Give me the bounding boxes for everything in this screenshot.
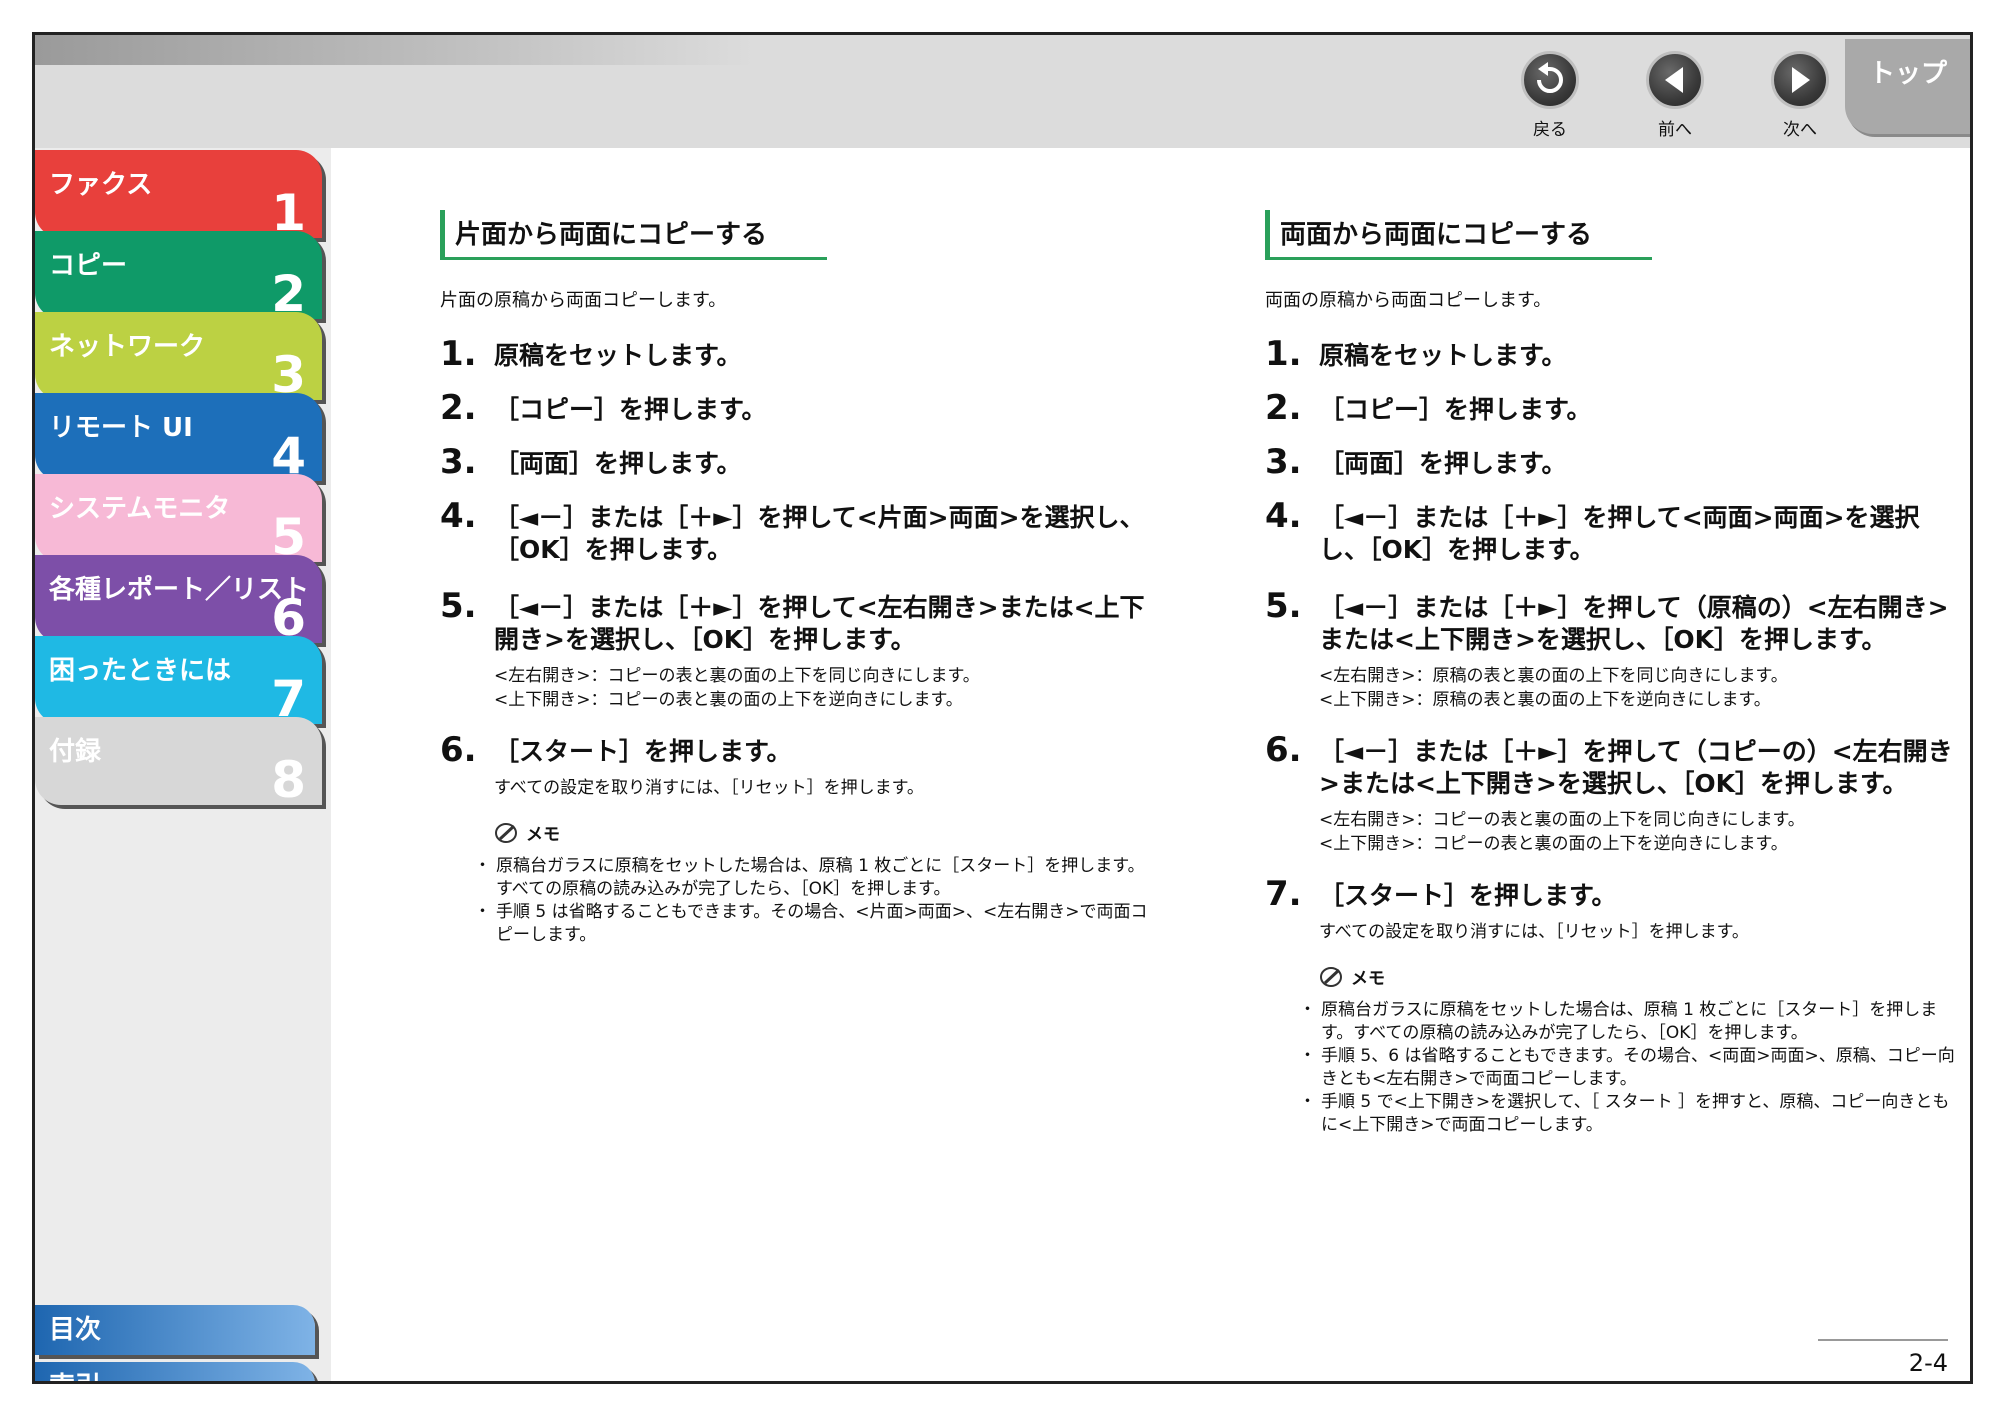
top-tab[interactable]: トップ [1835,35,1970,148]
top-bar-gradient [35,35,755,65]
sidebar: ファクス 1 コピー 2 ネットワーク 3 リモート UI 4 システムモニタ … [35,148,331,1381]
memo-label: メモ [1351,969,1385,989]
left-step: 3. ［両面］を押します。 [440,442,742,482]
left-intro: 片面の原稿から両面コピーします。 [440,290,727,311]
pencil-icon [495,822,517,843]
step-note: <上下開き>：コピーの表と裏の面の上下を逆向きにします。 [1319,834,1788,854]
memo-label: メモ [526,825,560,845]
right-step: 4. ［◄－］または［＋►］を押して<両面>両面>を選択し、［OK］を押します。 [1265,496,1920,564]
sidebar-chapter-2[interactable]: コピー 2 [35,231,322,323]
back-button[interactable]: 戻る [1505,51,1595,143]
back-icon [1521,51,1579,109]
step-note: <左右開き>：コピーの表と裏の面の上下を同じ向きにします。 [1319,810,1805,830]
triangle-left-icon [1646,51,1704,109]
prev-label: 前へ [1658,120,1692,140]
next-button[interactable]: 次へ [1755,51,1845,143]
memo-item: 手順 5、6 は省略することもできます。その場合、<両面>両面>、原稿、コピー向… [1299,1045,1955,1091]
right-section-title: 両面から両面にコピーする [1265,210,1653,260]
prev-button[interactable]: 前へ [1630,51,1720,143]
memo-item: 原稿台ガラスに原稿をセットした場合は、原稿 1 枚ごとに［スタート］を押します。… [1299,999,1955,1045]
left-step: 1. 原稿をセットします。 [440,334,742,374]
left-step: 5. ［◄－］または［＋►］を押して<左右開き>または<上下開き>を選択し、［O… [440,586,1150,712]
step-note: <上下開き>：コピーの表と裏の面の上下を逆向きにします。 [494,690,963,710]
right-step: 5. ［◄－］または［＋►］を押して（原稿の）<左右開き>または<上下開き>を選… [1265,586,1955,712]
triangle-right-icon [1771,51,1829,109]
right-step: 3. ［両面］を押します。 [1265,442,1567,482]
right-step: 1. 原稿をセットします。 [1265,334,1567,374]
manual-page: 戻る 前へ 次へ トップ ファクス 1 コピー 2 ネットワーク 3 リモート … [32,32,1973,1384]
sidebar-chapter-7[interactable]: 困ったときには 7 [35,636,322,728]
step-note: <左右開き>：コピーの表と裏の面の上下を同じ向きにします。 [494,666,980,686]
sidebar-chapter-1[interactable]: ファクス 1 [35,150,322,242]
sidebar-chapter-3[interactable]: ネットワーク 3 [35,312,322,404]
step-note: <左右開き>：原稿の表と裏の面の上下を同じ向きにします。 [1319,666,1788,686]
sidebar-chapter-4[interactable]: リモート UI 4 [35,393,322,485]
sidebar-chapter-8[interactable]: 付録 8 [35,717,322,809]
sidebar-chapter-5[interactable]: システムモニタ 5 [35,474,322,566]
top-tab-label: トップ [1845,39,1970,134]
toc-link[interactable]: 目次 [35,1305,315,1355]
left-section-title: 片面から両面にコピーする [440,210,828,260]
left-section: 片面から両面にコピーする 片面の原稿から両面コピーします。 1. 原稿をセットし… [440,210,1150,947]
right-step: 2. ［コピー］を押します。 [1265,388,1592,428]
right-memo: メモ 原稿台ガラスに原稿をセットした場合は、原稿 1 枚ごとに［スタート］を押し… [1265,964,1955,1137]
index-link[interactable]: 索引 [35,1362,315,1381]
top-bar: 戻る 前へ 次へ [35,35,1835,148]
memo-item: 原稿台ガラスに原稿をセットした場合は、原稿 1 枚ごとに［スタート］を押します。… [474,855,1150,901]
left-step: 6. ［スタート］を押します。 すべての設定を取り消すには、［リセット］を押しま… [440,730,1150,800]
next-label: 次へ [1783,120,1817,140]
right-step: 6. ［◄－］または［＋►］を押して（コピーの）<左右開き>または<上下開き>を… [1265,730,1955,856]
right-intro: 両面の原稿から両面コピーします。 [1265,290,1552,311]
step-note: すべての設定を取り消すには、［リセット］を押します。 [1319,922,1749,942]
step-note: すべての設定を取り消すには、［リセット］を押します。 [494,778,924,798]
back-label: 戻る [1533,120,1567,140]
left-step: 4. ［◄－］または［＋►］を押して<片面>両面>を選択し、［OK］を押します。 [440,496,1145,564]
step-note: <上下開き>：原稿の表と裏の面の上下を逆向きにします。 [1319,690,1771,710]
right-step: 7. ［スタート］を押します。 すべての設定を取り消すには、［リセット］を押しま… [1265,874,1955,944]
pencil-icon [1320,966,1342,987]
memo-item: 手順 5 で<上下開き>を選択して、［ スタート ］を押すと、原稿、コピー向きと… [1299,1091,1955,1137]
left-memo: メモ 原稿台ガラスに原稿をセットした場合は、原稿 1 枚ごとに［スタート］を押し… [440,820,1150,947]
left-step: 2. ［コピー］を押します。 [440,388,767,428]
page-number: 2-4 [1818,1339,1948,1377]
sidebar-chapter-6[interactable]: 各種レポート／リスト 6 [35,555,322,647]
right-section: 両面から両面にコピーする 両面の原稿から両面コピーします。 1. 原稿をセットし… [1265,210,1955,1137]
memo-item: 手順 5 は省略することもできます。その場合、<片面>両面>、<左右開き>で両面… [474,901,1150,947]
